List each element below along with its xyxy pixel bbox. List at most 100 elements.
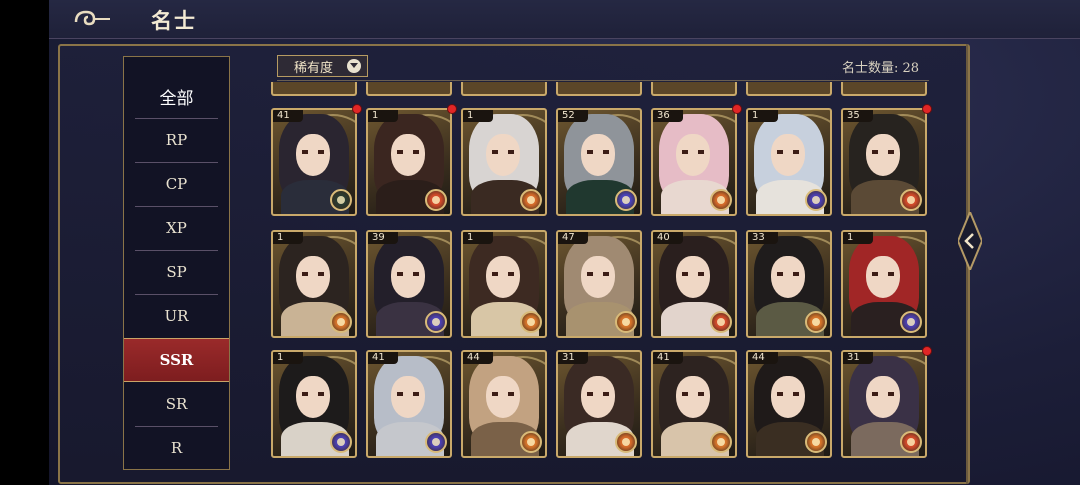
element-badge-icon [615, 311, 637, 333]
badge-core [717, 318, 725, 326]
level-tag: 36 [653, 110, 683, 122]
chevron-down-icon [347, 59, 361, 73]
sidebar-item-xp[interactable]: XP [124, 206, 229, 250]
element-badge-icon [710, 311, 732, 333]
filter-divider [277, 80, 929, 81]
sidebar-item-ssr[interactable]: SSR [124, 338, 229, 382]
notification-dot [352, 104, 362, 114]
badge-core [717, 196, 725, 204]
character-card[interactable]: 1 [271, 350, 357, 458]
character-card[interactable]: 41 [651, 350, 737, 458]
character-card[interactable]: 41 [271, 108, 357, 216]
element-badge-icon [710, 189, 732, 211]
level-tag: 40 [653, 232, 683, 244]
sidebar-item-ur[interactable]: UR [124, 294, 229, 338]
character-card[interactable]: 1 [366, 108, 452, 216]
sidebar-item-cp[interactable]: CP [124, 162, 229, 206]
sidebar-item-rp[interactable]: RP [124, 118, 229, 162]
sidebar-item-sr[interactable]: SR [124, 382, 229, 426]
card-peek[interactable] [366, 82, 452, 96]
card-peek[interactable] [271, 82, 357, 96]
badge-core [432, 196, 440, 204]
character-card[interactable]: 31 [556, 350, 642, 458]
portrait-face [581, 256, 615, 298]
portrait-eyes [777, 272, 799, 276]
left-black-bar [0, 0, 49, 485]
element-badge-icon [805, 189, 827, 211]
portrait-eyes [682, 392, 704, 396]
portrait-face [296, 376, 330, 418]
level-tag: 1 [368, 110, 398, 122]
element-badge-icon [900, 431, 922, 453]
element-badge-icon [615, 431, 637, 453]
notification-dot [732, 104, 742, 114]
character-card[interactable]: 33 [746, 230, 832, 338]
badge-core [907, 318, 915, 326]
portrait-face [866, 134, 900, 176]
portrait-face [486, 134, 520, 176]
portrait-face [771, 134, 805, 176]
level-tag: 1 [463, 232, 493, 244]
element-badge-icon [900, 189, 922, 211]
portrait-eyes [397, 272, 419, 276]
badge-core [527, 438, 535, 446]
element-badge-icon [520, 431, 542, 453]
character-card[interactable]: 44 [461, 350, 547, 458]
character-card[interactable]: 1 [461, 108, 547, 216]
character-card[interactable]: 31 [841, 350, 927, 458]
portrait-eyes [302, 272, 324, 276]
portrait-eyes [302, 150, 324, 154]
level-tag: 1 [748, 110, 778, 122]
portrait-face [676, 376, 710, 418]
character-card[interactable]: 41 [366, 350, 452, 458]
level-tag: 41 [368, 352, 398, 364]
level-tag: 44 [463, 352, 493, 364]
sidebar-item-r[interactable]: R [124, 426, 229, 469]
level-tag: 1 [273, 232, 303, 244]
portrait-face [296, 134, 330, 176]
card-peek[interactable] [556, 82, 642, 96]
level-tag: 39 [368, 232, 398, 244]
character-card[interactable]: 39 [366, 230, 452, 338]
character-card[interactable]: 36 [651, 108, 737, 216]
portrait-face [391, 256, 425, 298]
card-peek[interactable] [461, 82, 547, 96]
element-badge-icon [330, 431, 352, 453]
portrait-eyes [777, 392, 799, 396]
header-bar [49, 0, 1080, 39]
character-card[interactable]: 1 [271, 230, 357, 338]
notification-dot [922, 346, 932, 356]
character-card[interactable]: 47 [556, 230, 642, 338]
portrait-eyes [682, 150, 704, 154]
element-badge-icon [805, 311, 827, 333]
portrait-face [581, 134, 615, 176]
card-peek[interactable] [651, 82, 737, 96]
character-card[interactable]: 52 [556, 108, 642, 216]
element-badge-icon [425, 431, 447, 453]
screen: 名士 全部 RP CP XP SP UR SSR SR R 稀有度 名士数量: 28 41 1 1 5… [0, 0, 1080, 485]
collapse-arrow-icon[interactable] [958, 212, 982, 270]
level-tag: 41 [653, 352, 683, 364]
badge-core [337, 196, 345, 204]
character-count: 名士数量: 28 [842, 61, 920, 76]
character-card[interactable]: 44 [746, 350, 832, 458]
sidebar-item-sp[interactable]: SP [124, 250, 229, 294]
portrait-eyes [777, 150, 799, 154]
portrait-eyes [872, 392, 894, 396]
portrait-face [676, 256, 710, 298]
character-card[interactable]: 1 [746, 108, 832, 216]
rarity-filter-dropdown[interactable]: 稀有度 [277, 55, 368, 77]
level-tag: 35 [843, 110, 873, 122]
character-card[interactable]: 35 [841, 108, 927, 216]
element-badge-icon [520, 189, 542, 211]
portrait-eyes [587, 272, 609, 276]
character-card[interactable]: 1 [461, 230, 547, 338]
portrait-face [486, 376, 520, 418]
character-card[interactable]: 1 [841, 230, 927, 338]
portrait-eyes [587, 392, 609, 396]
sidebar-item-全部[interactable]: 全部 [124, 74, 229, 118]
card-peek[interactable] [746, 82, 832, 96]
notification-dot [447, 104, 457, 114]
character-card[interactable]: 40 [651, 230, 737, 338]
card-peek[interactable] [841, 82, 927, 96]
